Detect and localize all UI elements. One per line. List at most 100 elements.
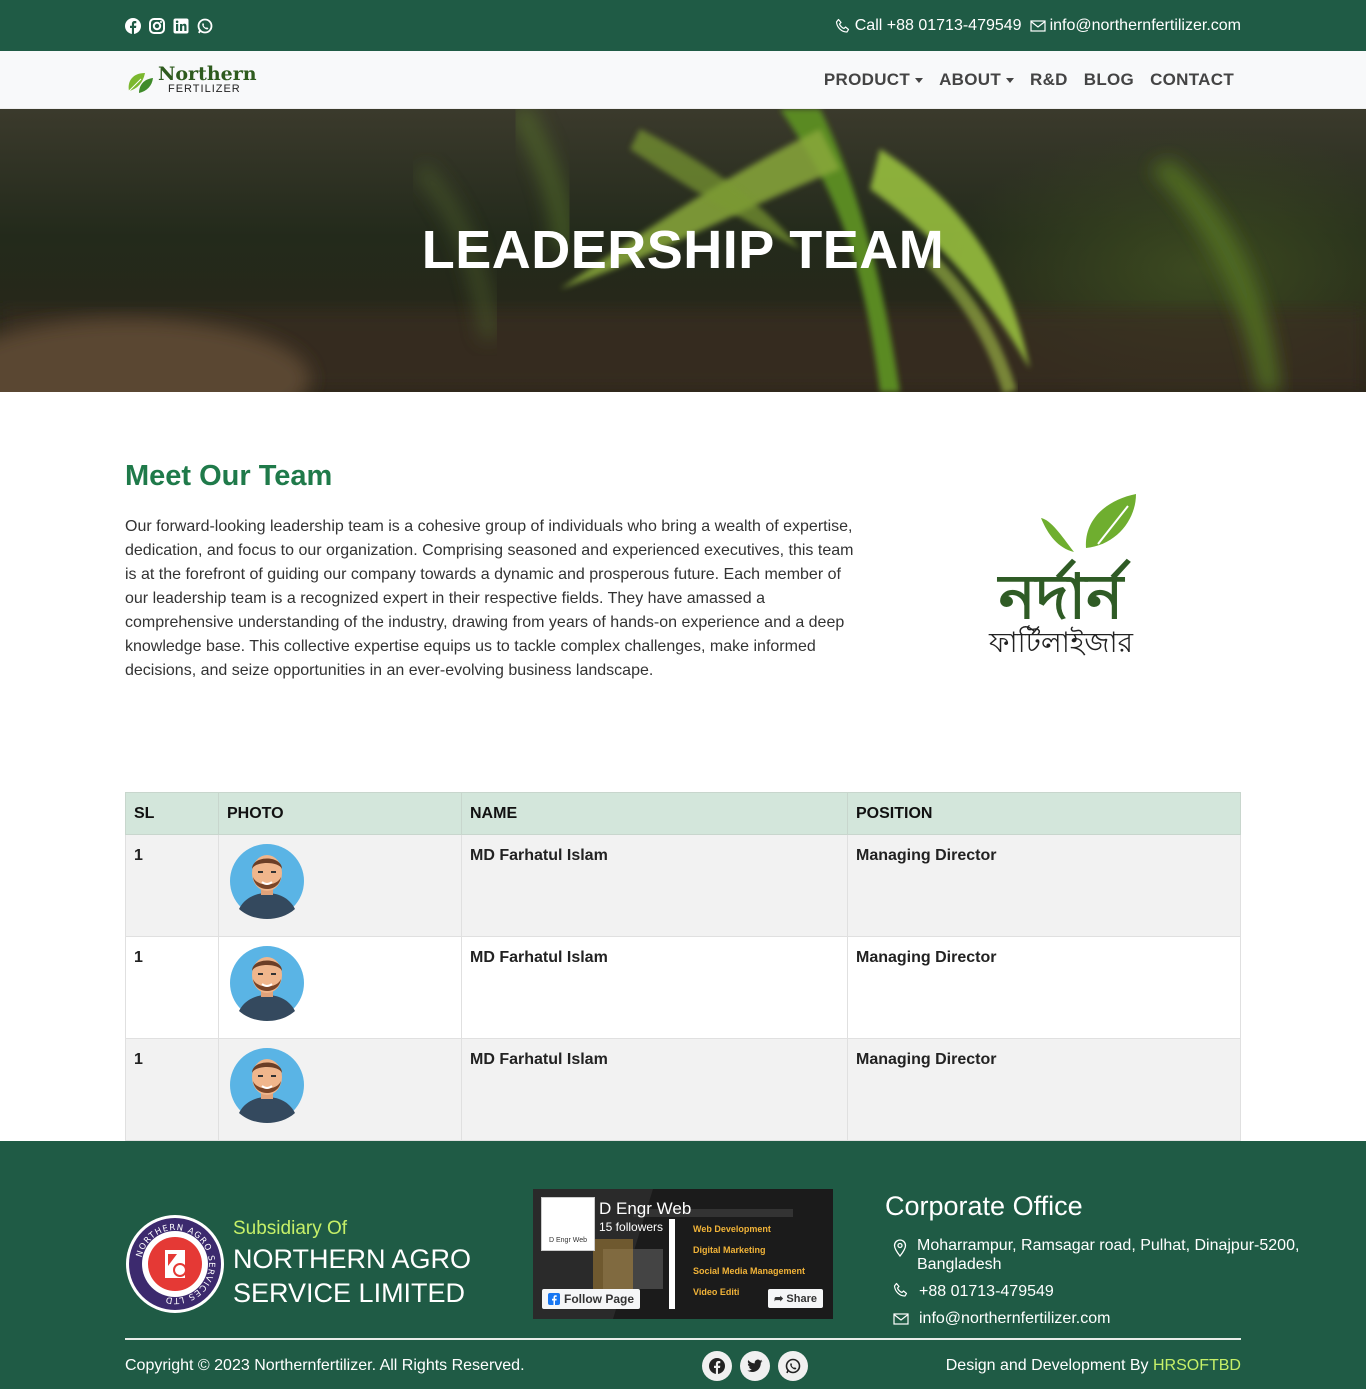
site-logo[interactable]: Northern FERTILIZER [125,65,257,95]
bangla-logo-line1: নর্দার্ন [996,557,1131,633]
logo-text-primary: Northern [158,63,257,85]
fb-service-item: Digital Marketing [693,1245,766,1255]
envelope-icon [893,1313,909,1325]
table-row: 1 MD Farhatul Islam Managing Director [125,1038,1241,1141]
intro-section: Meet Our Team Our forward-looking leader… [0,392,1366,792]
cell-name: MD Farhatul Islam [461,936,848,1039]
credit-prefix: Design and Development By [945,1357,1149,1374]
twitter-icon[interactable] [740,1351,771,1381]
copyright-text: Copyright © 2023 Northernfertilizer. All… [125,1357,525,1374]
col-header-position: POSITION [847,792,1241,835]
footer-bottom: Copyright © 2023 Northernfertilizer. All… [125,1351,1241,1381]
nav-item-label: BLOG [1083,70,1135,89]
social-links [125,17,213,34]
topbar-phone[interactable]: Call +88 01713-479549 [835,17,1022,35]
office-title: Corporate Office [885,1191,1083,1221]
subsidiary-block: NORTHERN AGRO SERVICES LTD Subsidiary Of… [125,1214,471,1314]
cell-photo [218,936,462,1039]
main-navbar: Northern FERTILIZER PRODUCT ABOUT R&D BL… [0,51,1366,109]
top-bar: Call +88 01713-479549 info@northernferti… [0,0,1366,51]
nav-item-about[interactable]: ABOUT [939,70,1015,90]
fb-page-avatar: D Engr Web [541,1197,595,1251]
footer-social-links [702,1351,809,1381]
envelope-icon [1029,19,1046,32]
phone-icon [835,18,849,33]
location-pin-icon [893,1239,907,1257]
office-address-text: Moharrampur, Ramsagar road, Pulhat, Dina… [917,1237,1300,1273]
cell-sl: 1 [125,834,219,937]
nav-item-product[interactable]: PRODUCT [823,70,924,90]
nav-item-label: CONTACT [1150,70,1234,89]
bangla-logo-line2: ফার্টিলাইজার [988,625,1134,659]
fb-page-name[interactable]: D Engr Web [599,1199,691,1219]
credit-link[interactable]: HRSOFTBD [1153,1357,1241,1374]
member-avatar [230,946,304,1021]
fb-share-button[interactable]: ➦ Share [768,1289,823,1308]
nav-item-label: R&D [1030,70,1068,89]
facebook-page-widget[interactable]: D Engr Web D Engr Web 15 followers Web D… [533,1189,833,1319]
leaf-logo-icon [128,73,153,93]
team-table-wrapper: SL PHOTO NAME POSITION 1 MD Farhatul Isl… [125,792,1241,1141]
section-heading: Meet Our Team [125,460,333,492]
caret-down-icon [915,77,924,83]
cell-photo [218,834,462,937]
facebook-icon [548,1293,560,1305]
instagram-icon[interactable] [149,17,165,34]
cell-position: Managing Director [847,834,1241,937]
share-icon: ➦ [774,1293,787,1305]
topbar-phone-text: Call +88 01713-479549 [854,16,1022,34]
footer-divider [125,1338,1241,1340]
nav-item-contact[interactable]: CONTACT [1150,70,1234,90]
company-name-line1: NORTHERN AGRO [233,1244,472,1274]
cell-position: Managing Director [847,1038,1241,1141]
cell-position: Managing Director [847,936,1241,1039]
office-phone-text: +88 01713-479549 [919,1283,1054,1300]
whatsapp-icon[interactable] [197,18,213,34]
member-avatar [230,844,304,919]
nav-item-rnd[interactable]: R&D [1030,70,1068,90]
page-title: LEADERSHIP TEAM [421,220,945,280]
hero-banner: LEADERSHIP TEAM [0,109,1366,392]
logo-text-secondary: FERTILIZER [168,83,241,95]
subsidiary-label: Subsidiary Of [233,1218,348,1239]
intro-paragraph: Our forward-looking leadership team is a… [125,518,854,679]
office-phone[interactable]: +88 01713-479549 [885,1282,1366,1301]
fb-service-item: Web Development [693,1224,771,1234]
facebook-icon[interactable] [702,1351,733,1381]
team-table: SL PHOTO NAME POSITION 1 MD Farhatul Isl… [125,792,1241,1141]
nav-item-label: PRODUCT [823,70,911,89]
whatsapp-icon[interactable] [778,1351,809,1381]
nav-item-label: ABOUT [939,70,1002,89]
office-address: Moharrampur, Ramsagar road, Pulhat, Dina… [885,1236,1366,1274]
col-header-photo: PHOTO [218,792,462,835]
caret-down-icon [1006,77,1015,83]
nav-menu: PRODUCT ABOUT R&D BLOG CONTACT [824,70,1234,90]
nav-item-blog[interactable]: BLOG [1084,70,1134,90]
col-header-sl: SL [125,792,219,835]
company-name-line2: SERVICE LIMITED [233,1278,466,1308]
site-footer: NORTHERN AGRO SERVICES LTD Subsidiary Of… [0,1141,1366,1389]
col-header-name: NAME [461,792,848,835]
office-email-text: info@northernfertilizer.com [919,1310,1111,1327]
phone-icon [893,1282,908,1297]
cell-photo [218,1038,462,1141]
fb-follow-button[interactable]: Follow Page [542,1289,641,1309]
fb-page-avatar-label: D Engr Web [549,1237,587,1244]
bangla-logo: নর্দার্ন ফার্টিলাইজার [988,494,1136,659]
fb-followers: 15 followers [599,1220,664,1234]
facebook-icon[interactable] [125,17,141,34]
cell-name: MD Farhatul Islam [461,834,848,937]
table-row: 1 MD Farhatul Islam Managing Director [125,834,1241,937]
table-row: 1 MD Farhatul Islam Managing Director [125,936,1241,1039]
linkedin-icon[interactable] [173,18,189,34]
fb-service-item: Social Media Management [693,1266,806,1276]
fb-share-label: Share [786,1293,817,1305]
member-avatar [230,1048,304,1123]
cell-sl: 1 [125,1038,219,1141]
topbar-email-text: info@northernfertilizer.com [1049,16,1241,34]
credit: Design and Development By HRSOFTBD [946,1357,1241,1375]
topbar-email[interactable]: info@northernfertilizer.com [1029,16,1241,35]
office-email[interactable]: info@northernfertilizer.com [885,1309,1366,1328]
fb-follow-label: Follow Page [564,1292,635,1306]
cell-sl: 1 [125,936,219,1039]
